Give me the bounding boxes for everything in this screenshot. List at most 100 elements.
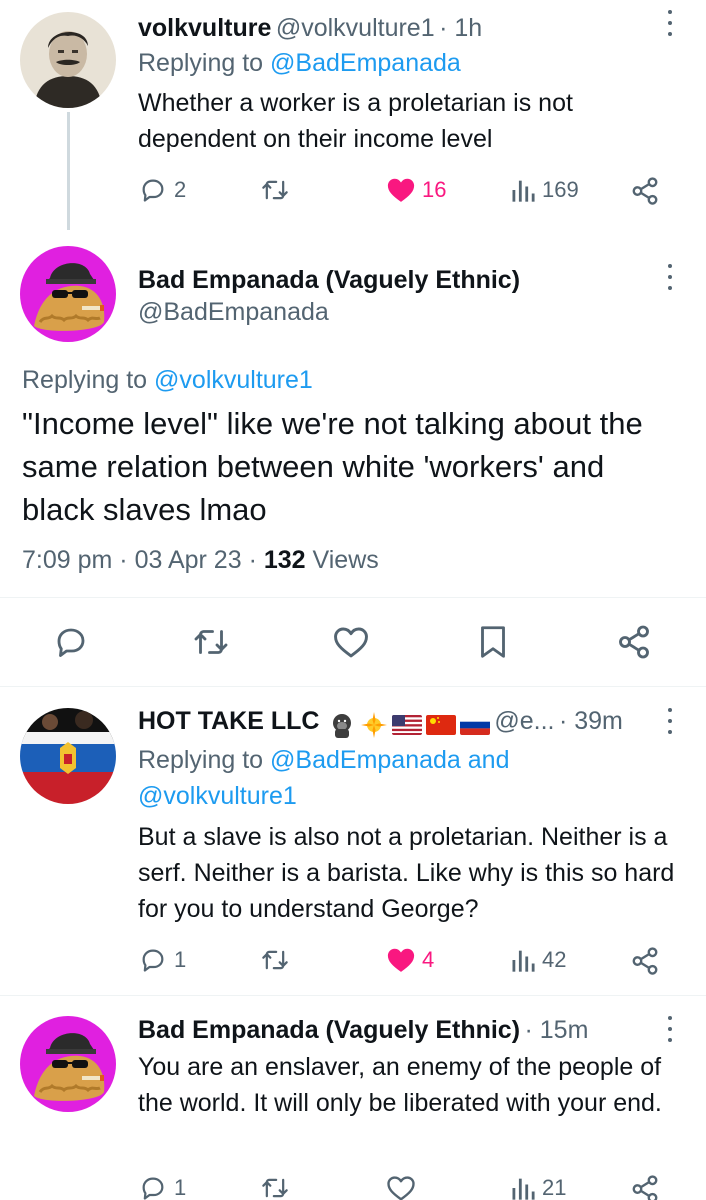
views-count: 21	[542, 1175, 567, 1200]
us-flag-icon	[391, 714, 422, 735]
views-button[interactable]: 42	[510, 946, 566, 974]
russia-flag-icon	[459, 714, 490, 735]
views-number[interactable]: 132	[264, 546, 306, 574]
replying-to-link[interactable]: @BadEmpanada and	[270, 746, 509, 774]
reply-count: 1	[174, 947, 187, 972]
like-button[interactable]: 16	[386, 176, 446, 204]
views-button[interactable]: 21	[510, 1174, 566, 1200]
tweet-text: But a slave is also not a proletarian. N…	[138, 823, 675, 923]
like-count: 16	[422, 177, 447, 202]
tweet-timestamp-row: 7:09 pm · 03 Apr 23 · 132 Views	[22, 546, 379, 575]
empanada-avatar-icon	[20, 1016, 116, 1112]
timestamp[interactable]: · 1h	[439, 14, 482, 42]
like-button[interactable]: 4	[386, 946, 434, 974]
replying-to: Replying to @BadEmpanada	[138, 49, 461, 78]
avatar[interactable]	[20, 708, 116, 804]
more-options-icon[interactable]	[667, 1016, 673, 1042]
divider	[0, 995, 706, 996]
views-count: 42	[542, 947, 567, 972]
timestamp[interactable]: · 15m	[524, 1016, 588, 1044]
replying-to: Replying to @volkvulture1	[22, 366, 313, 395]
views-button[interactable]: 169	[510, 176, 579, 204]
author-name[interactable]: volkvulture	[138, 14, 271, 42]
like-button[interactable]	[386, 1174, 422, 1200]
reply-button[interactable]: 2	[138, 176, 186, 204]
china-flag-icon	[425, 714, 456, 735]
views-label: Views	[312, 546, 379, 574]
tweet-text: "Income level" like we're not talking ab…	[22, 406, 643, 527]
divider	[0, 597, 706, 598]
share-icon	[632, 177, 658, 205]
author-handle[interactable]: @BadEmpanada	[138, 298, 329, 327]
views-bar-chart-icon	[512, 1178, 535, 1200]
avatar[interactable]	[20, 12, 116, 108]
author-handle[interactable]: @e...	[494, 707, 554, 735]
replying-to-label: Replying to	[22, 366, 155, 394]
bookmark-icon	[481, 626, 505, 658]
avatar[interactable]	[20, 246, 116, 342]
views-count: 169	[542, 177, 579, 202]
replying-to-label: Replying to	[138, 746, 271, 774]
more-options-icon[interactable]	[667, 708, 673, 734]
views-bar-chart-icon	[512, 180, 535, 202]
share-icon	[632, 1175, 658, 1200]
flag-avatar-icon	[20, 708, 116, 804]
author-name[interactable]: Bad Empanada (Vaguely Ethnic)	[138, 1016, 520, 1044]
like-button[interactable]	[332, 625, 370, 659]
reply-button[interactable]: 1	[138, 946, 186, 974]
reply-icon	[142, 949, 164, 972]
replying-to-label: Replying to	[138, 49, 271, 77]
tweet-text: Whether a worker is a proletarian is not…	[138, 89, 573, 153]
retweet-button[interactable]	[258, 946, 298, 974]
heart-filled-icon	[387, 178, 415, 202]
author-handle[interactable]: @volkvulture1	[276, 14, 435, 42]
author-name[interactable]: HOT TAKE LLC	[138, 707, 319, 735]
tweet-date[interactable]: 03 Apr 23	[135, 546, 242, 574]
divider	[0, 686, 706, 687]
bookmark-button[interactable]	[478, 624, 508, 660]
retweet-icon	[262, 950, 288, 970]
views-bar-chart-icon	[512, 950, 535, 972]
replying-to-link[interactable]: @volkvulture1	[154, 366, 313, 394]
reply-count: 1	[174, 1175, 187, 1200]
reply-icon	[57, 628, 85, 657]
gorilla-icon	[328, 711, 356, 739]
portrait-avatar-icon	[20, 12, 116, 108]
thread-connector-line	[67, 112, 70, 230]
reply-icon	[142, 1177, 164, 1200]
retweet-icon	[194, 630, 228, 654]
retweet-icon	[262, 180, 288, 200]
retweet-button[interactable]	[258, 1174, 298, 1200]
tweet-time[interactable]: 7:09 pm	[22, 546, 112, 574]
more-options-icon[interactable]	[667, 10, 673, 36]
reply-icon	[142, 179, 164, 202]
sparkle-icon	[360, 711, 388, 739]
share-icon	[632, 947, 658, 975]
separator-dot: ·	[248, 546, 257, 574]
heart-outline-icon	[387, 1176, 415, 1200]
share-button[interactable]	[630, 946, 660, 976]
heart-outline-icon	[334, 627, 368, 658]
reply-button[interactable]	[52, 624, 90, 660]
replying-to-link-2[interactable]: @volkvulture1	[138, 782, 297, 811]
reply-count: 2	[174, 177, 187, 202]
share-button[interactable]	[630, 1174, 660, 1200]
share-button[interactable]	[630, 176, 660, 206]
share-icon	[619, 625, 649, 659]
share-button[interactable]	[616, 624, 652, 660]
like-count: 4	[422, 947, 435, 972]
tweet-text: You are an enslaver, an enemy of the peo…	[138, 1053, 662, 1117]
heart-filled-icon	[387, 948, 415, 972]
timestamp[interactable]: · 39m	[559, 707, 623, 735]
avatar[interactable]	[20, 1016, 116, 1112]
reply-button[interactable]: 1	[138, 1174, 186, 1200]
author-name[interactable]: Bad Empanada (Vaguely Ethnic)	[138, 266, 520, 295]
retweet-icon	[262, 1178, 288, 1198]
more-options-icon[interactable]	[667, 264, 673, 290]
replying-to-link[interactable]: @BadEmpanada	[270, 49, 461, 77]
separator-dot: ·	[119, 546, 128, 574]
retweet-button[interactable]	[258, 176, 298, 204]
replying-to: Replying to @BadEmpanada and	[138, 746, 509, 775]
empanada-avatar-icon	[20, 246, 116, 342]
retweet-button[interactable]	[190, 624, 232, 660]
